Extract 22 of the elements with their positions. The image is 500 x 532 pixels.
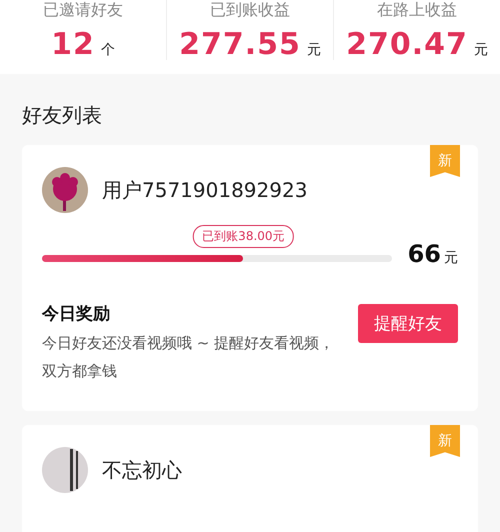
total-unit: 元: [444, 249, 458, 267]
new-badge: 新: [430, 425, 460, 457]
stat-label: 在路上收益: [377, 0, 457, 21]
reward-title: 今日奖励: [42, 303, 111, 325]
section-title: 好友列表: [21, 102, 103, 129]
stat-label: 已到账收益: [210, 0, 290, 21]
friend-name: 用户7571901892923: [102, 176, 308, 204]
stat-value: 12: [51, 27, 95, 62]
stat-unit: 元: [306, 41, 321, 59]
stat-value: 277.55: [179, 27, 301, 62]
total-amount: 66: [408, 240, 441, 268]
received-tag: 已到账38.00元: [193, 225, 294, 248]
stat-unit: 元: [474, 41, 488, 59]
new-badge: 新: [430, 145, 460, 177]
stat-label: 已邀请好友: [43, 0, 123, 21]
stat-value: 270.47: [346, 27, 468, 62]
remind-button[interactable]: 提醒好友: [358, 304, 458, 343]
stat-unit: 个: [100, 41, 115, 59]
avatar-icon: [42, 167, 88, 213]
avatar-photo-placeholder: [42, 447, 88, 493]
reward-text: 今日好友还没看视频哦 ~ 提醒好友看视频，双方都拿钱: [42, 333, 336, 382]
friend-name: 不忘初心: [102, 456, 182, 484]
